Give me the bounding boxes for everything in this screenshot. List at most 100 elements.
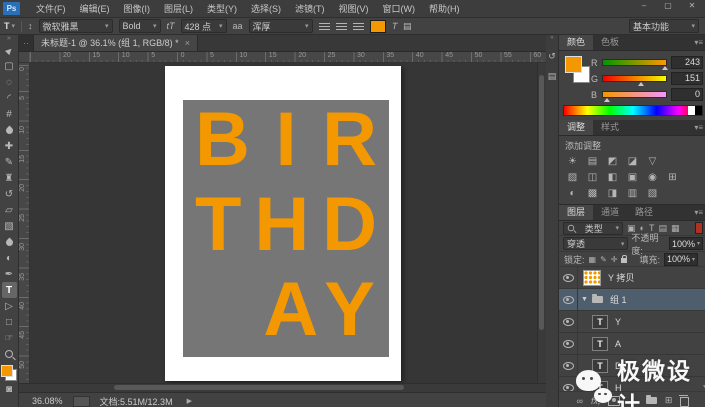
foreground-background-swatches[interactable]: [1, 365, 17, 381]
visibility-cell[interactable]: [559, 267, 578, 288]
menu-item-select[interactable]: 选择(S): [244, 2, 288, 15]
blue-slider[interactable]: [602, 91, 667, 102]
menu-item-window[interactable]: 窗口(W): [376, 2, 423, 15]
blur-tool[interactable]: [2, 234, 17, 250]
selective-color-icon[interactable]: ▧: [645, 187, 660, 199]
fill-field[interactable]: 100% ▾: [664, 252, 699, 266]
gradient-map-icon[interactable]: ▥: [625, 187, 640, 199]
threshold-icon[interactable]: ◨: [605, 187, 620, 199]
tab-overflow-button[interactable]: ··: [19, 35, 34, 51]
lock-paint-button[interactable]: ✎: [600, 255, 607, 264]
document-tab[interactable]: 未标题-1 @ 36.1% (组 1, RGB/8) * ×: [34, 35, 198, 51]
blue-value[interactable]: 0: [671, 88, 703, 101]
photo-filter-icon[interactable]: ▣: [625, 171, 640, 183]
font-style-select[interactable]: Bold ▾: [118, 19, 161, 33]
vertical-ruler[interactable]: 0 5 10 15 20 25 30 35 40 45 50: [19, 62, 30, 384]
type-tool-selected[interactable]: T: [1, 282, 17, 298]
eye-icon[interactable]: [562, 317, 574, 326]
pen-tool[interactable]: ✒: [2, 266, 17, 282]
visibility-cell[interactable]: [559, 289, 578, 310]
vibrance-icon[interactable]: ▽: [645, 155, 660, 167]
channel-mixer-icon[interactable]: ◉: [645, 171, 660, 183]
layer-name[interactable]: A: [615, 339, 621, 349]
crop-tool[interactable]: #: [2, 106, 17, 122]
layer-name[interactable]: Y: [615, 317, 621, 327]
menu-item-help[interactable]: 帮助(H): [422, 2, 467, 15]
curves-icon[interactable]: ◩: [605, 155, 620, 167]
horizontal-ruler[interactable]: 20 15 10 5 0 5 10 15 20 25 30 35 40 45 50 55 60: [30, 51, 546, 63]
blend-mode-select[interactable]: 穿透 ▾: [563, 237, 629, 250]
eye-icon[interactable]: [562, 383, 574, 391]
color-swatches[interactable]: [563, 56, 590, 90]
menu-item-image[interactable]: 图像(I): [117, 2, 158, 15]
expand-caret-icon[interactable]: ▼: [581, 296, 588, 303]
layer-row-group-1[interactable]: ▼ 组 1: [559, 289, 705, 311]
panel-menu-icon[interactable]: ▾≡: [694, 120, 703, 135]
tab-swatches[interactable]: 色板: [593, 35, 627, 50]
brush-tool[interactable]: ✎: [2, 154, 17, 170]
properties-panel-icon[interactable]: ▤: [547, 70, 558, 82]
workspace-select[interactable]: 基本功能 ▾: [629, 19, 699, 33]
lock-position-button[interactable]: ✛: [611, 255, 618, 264]
layer-thumbnail[interactable]: [583, 269, 601, 286]
toggle-panels-button[interactable]: ▤: [403, 21, 412, 32]
exposure-icon[interactable]: ◪: [625, 155, 640, 167]
menu-item-filter[interactable]: 滤镜(T): [288, 2, 332, 15]
visibility-cell[interactable]: [559, 311, 578, 332]
eyedropper-tool[interactable]: [2, 122, 17, 138]
move-tool[interactable]: ▶: [2, 42, 17, 58]
scrollbar-thumb[interactable]: [539, 74, 544, 330]
dock-expand-icon[interactable]: «: [550, 35, 553, 42]
gradient-tool[interactable]: ▧: [2, 218, 17, 234]
vertical-scrollbar[interactable]: [537, 62, 546, 384]
zoom-level-field[interactable]: 36.08%: [32, 396, 63, 406]
zoom-tool[interactable]: [2, 346, 17, 362]
foreground-color-swatch[interactable]: [1, 365, 13, 377]
tab-paths[interactable]: 路径: [627, 205, 661, 220]
align-left-button[interactable]: [318, 22, 330, 30]
eye-icon[interactable]: [562, 361, 574, 370]
font-size-select[interactable]: 428 点 ▾: [180, 19, 227, 33]
panel-menu-icon[interactable]: ▾≡: [694, 35, 703, 50]
color-spectrum-ramp[interactable]: [563, 105, 703, 116]
text-orientation-button[interactable]: ↕: [28, 21, 33, 31]
filter-smart-object-icon[interactable]: ▦: [671, 223, 680, 234]
horizontal-scrollbar[interactable]: [19, 383, 546, 393]
close-button[interactable]: ✕: [685, 1, 699, 10]
menu-item-layer[interactable]: 图层(L): [157, 2, 200, 15]
filter-toggle-switch[interactable]: [695, 222, 703, 234]
font-family-select[interactable]: 微软雅黑 ▾: [38, 19, 113, 33]
red-value[interactable]: 243: [671, 56, 703, 69]
quick-selection-tool[interactable]: ◜: [2, 90, 17, 106]
tab-channels[interactable]: 通道: [593, 205, 627, 220]
color-lookup-icon[interactable]: ⊞: [665, 171, 680, 183]
green-value[interactable]: 151: [671, 72, 703, 85]
hue-saturation-icon[interactable]: ▨: [565, 171, 580, 183]
history-brush-tool[interactable]: ↺: [2, 186, 17, 202]
foreground-color-swatch[interactable]: [565, 56, 582, 73]
eraser-tool[interactable]: ▱: [2, 202, 17, 218]
status-menu-arrow[interactable]: ▶: [187, 397, 192, 405]
opacity-field[interactable]: 100% ▾: [668, 237, 703, 250]
menu-item-edit[interactable]: 编辑(E): [73, 2, 117, 15]
path-selection-tool[interactable]: ▷: [2, 298, 17, 314]
menu-item-view[interactable]: 视图(V): [332, 2, 376, 15]
menu-item-type[interactable]: 类型(Y): [200, 2, 244, 15]
history-panel-icon[interactable]: ↺: [547, 50, 558, 62]
warp-text-button[interactable]: T: [390, 21, 398, 31]
visibility-cell[interactable]: [559, 333, 578, 354]
invert-icon[interactable]: ◐: [565, 187, 580, 199]
healing-brush-tool[interactable]: ✚: [2, 138, 17, 154]
hand-tool[interactable]: ☞: [2, 330, 17, 346]
tab-color[interactable]: 颜色: [559, 35, 594, 50]
toolbar-collapse-icon[interactable]: »: [7, 35, 11, 42]
scrollbar-thumb[interactable]: [114, 385, 404, 391]
tab-layers[interactable]: 图层: [559, 205, 594, 220]
dodge-tool[interactable]: ◐: [2, 250, 17, 266]
canvas-page[interactable]: B I R T H D A Y: [165, 65, 401, 381]
clone-stamp-tool[interactable]: ♜: [2, 170, 17, 186]
brightness-contrast-icon[interactable]: ☀: [565, 155, 580, 167]
panel-menu-icon[interactable]: ▾≡: [694, 205, 703, 220]
align-right-button[interactable]: [352, 22, 364, 30]
rectangle-tool[interactable]: □: [2, 314, 17, 330]
